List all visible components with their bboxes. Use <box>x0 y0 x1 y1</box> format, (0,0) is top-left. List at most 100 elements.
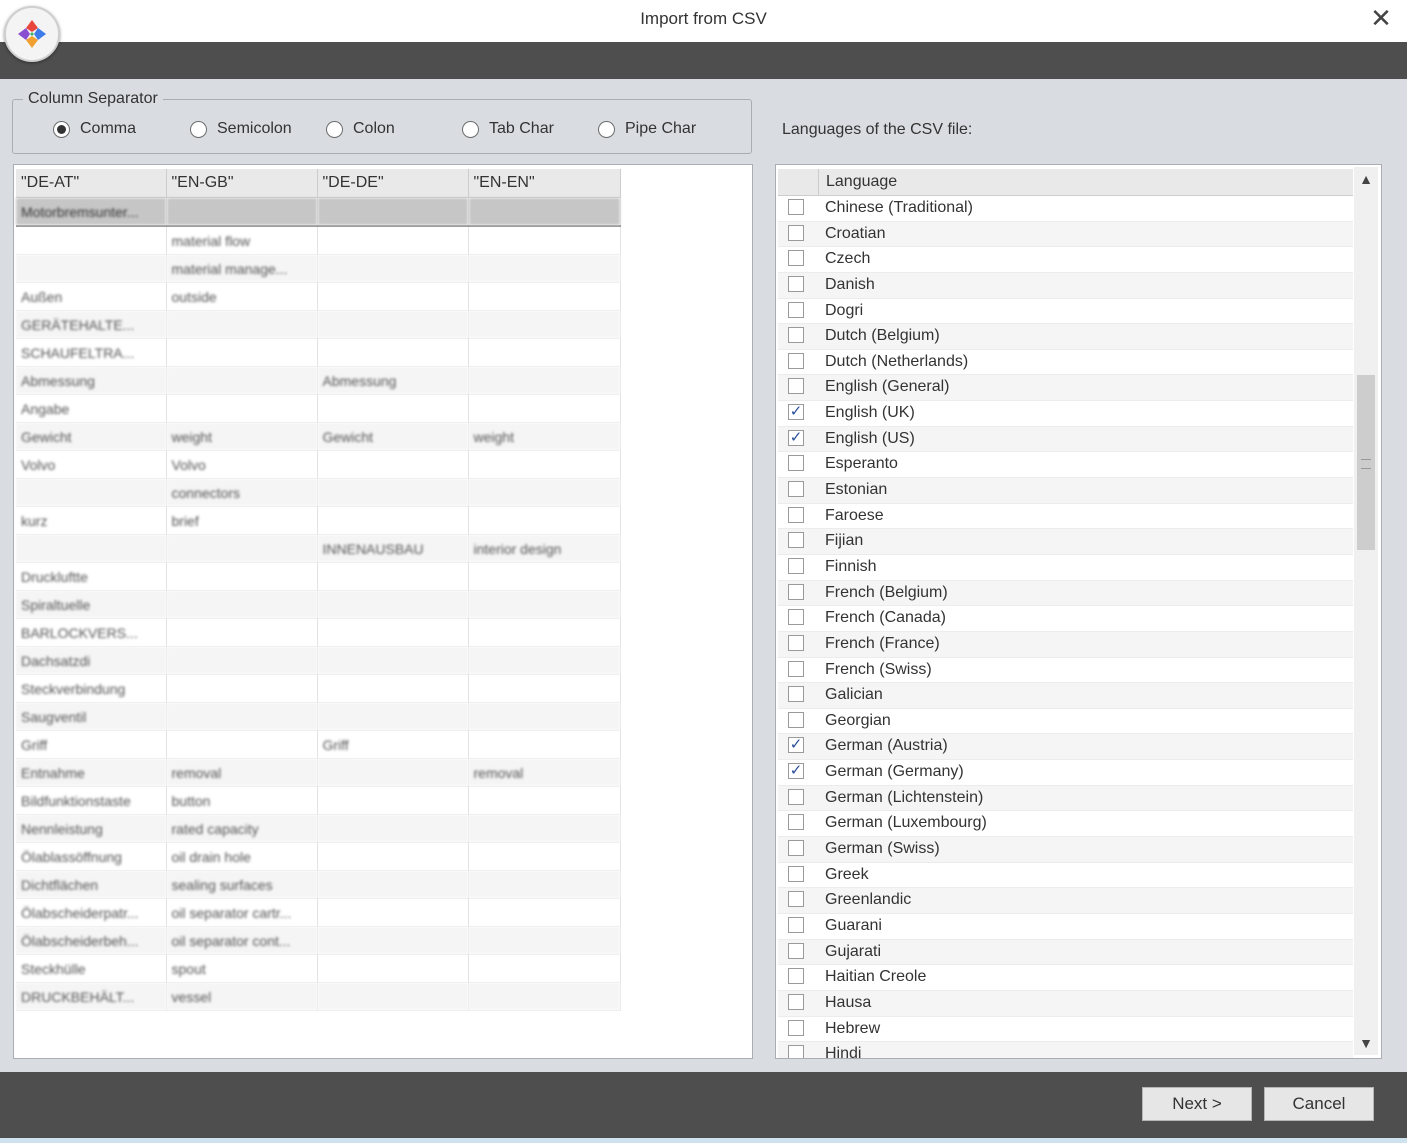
radio-semicolon[interactable]: Semicolon <box>190 120 292 138</box>
language-checkbox[interactable] <box>788 1045 804 1058</box>
csv-cell[interactable] <box>468 562 621 591</box>
csv-cell[interactable] <box>317 478 469 507</box>
csv-row[interactable]: Nennleistung rated capacity <box>16 814 621 843</box>
csv-cell[interactable] <box>166 562 318 591</box>
csv-cell[interactable] <box>468 786 621 815</box>
language-row[interactable]: Danish <box>778 272 1353 299</box>
csv-cell[interactable]: Entnahme <box>16 758 167 787</box>
csv-cell[interactable]: DRUCKBEHÄLT... <box>16 982 167 1011</box>
csv-cell[interactable] <box>166 590 318 619</box>
csv-cell[interactable] <box>317 450 469 479</box>
csv-cell[interactable]: Gewicht <box>317 422 469 451</box>
csv-column-header[interactable]: "DE-AT" <box>16 169 167 198</box>
language-row[interactable]: ✓ German (Germany) <box>778 760 1353 786</box>
csv-cell[interactable] <box>16 226 167 255</box>
language-row[interactable]: Gujarati <box>778 939 1353 966</box>
csv-cell[interactable]: kurz <box>16 506 167 535</box>
csv-column-header[interactable]: "EN-EN" <box>468 169 621 198</box>
csv-cell[interactable] <box>16 534 167 563</box>
csv-row[interactable]: Spiraltuelle <box>16 590 621 619</box>
csv-cell[interactable] <box>317 926 469 955</box>
csv-cell[interactable]: INNENAUSBAU <box>317 534 469 563</box>
csv-cell[interactable]: Griff <box>16 730 167 759</box>
csv-cell[interactable] <box>468 702 621 731</box>
csv-cell[interactable]: Druckluftte <box>16 562 167 591</box>
csv-cell[interactable] <box>317 590 469 619</box>
csv-cell[interactable] <box>317 870 469 899</box>
language-row[interactable]: French (Swiss) <box>778 658 1353 684</box>
language-checkbox[interactable] <box>788 481 804 498</box>
csv-cell[interactable] <box>468 310 621 339</box>
csv-cell[interactable] <box>468 954 621 983</box>
csv-cell[interactable]: Außen <box>16 282 167 311</box>
csv-row[interactable]: material flow <box>16 226 621 255</box>
radio-tab-char[interactable]: Tab Char <box>462 120 554 138</box>
csv-cell[interactable]: removal <box>468 758 621 787</box>
csv-cell[interactable]: vessel <box>166 982 318 1011</box>
language-checkbox[interactable] <box>788 1019 804 1036</box>
language-row[interactable]: German (Swiss) <box>778 837 1353 863</box>
language-row[interactable]: Dogri <box>778 299 1353 325</box>
csv-cell[interactable] <box>317 842 469 871</box>
csv-cell[interactable] <box>317 954 469 983</box>
close-button[interactable]: ✕ <box>1367 4 1395 32</box>
csv-cell[interactable] <box>317 646 469 675</box>
csv-cell[interactable] <box>468 394 621 423</box>
language-checkbox[interactable] <box>788 993 804 1010</box>
language-row[interactable]: Dutch (Belgium) <box>778 324 1353 350</box>
language-checkbox[interactable] <box>788 788 804 805</box>
csv-row[interactable]: BARLOCKVERS... <box>16 618 621 647</box>
language-row[interactable]: Greek <box>778 863 1353 889</box>
csv-cell[interactable]: Angabe <box>16 394 167 423</box>
csv-cell[interactable]: Motorbremsunter... <box>16 197 167 227</box>
csv-cell[interactable] <box>166 338 318 367</box>
language-row[interactable]: Chinese (Traditional) <box>778 196 1353 222</box>
language-row[interactable]: ✓ English (UK) <box>778 401 1353 427</box>
csv-cell[interactable] <box>166 702 318 731</box>
csv-row[interactable]: Steckverbindung <box>16 674 621 703</box>
csv-cell[interactable] <box>166 310 318 339</box>
language-checkbox[interactable] <box>788 557 804 574</box>
csv-cell[interactable]: outside <box>166 282 318 311</box>
csv-cell[interactable] <box>166 366 318 395</box>
language-row[interactable]: Fijian <box>778 529 1353 555</box>
csv-cell[interactable]: oil separator cartr... <box>166 898 318 927</box>
radio-colon[interactable]: Colon <box>326 120 395 138</box>
language-column-header[interactable]: Language <box>826 173 897 191</box>
csv-cell[interactable]: Bildfunktionstaste <box>16 786 167 815</box>
csv-cell[interactable] <box>317 282 469 311</box>
csv-row[interactable]: material manage... <box>16 254 621 283</box>
csv-cell[interactable]: spout <box>166 954 318 983</box>
csv-cell[interactable] <box>166 394 318 423</box>
language-checkbox[interactable] <box>788 686 804 703</box>
csv-cell[interactable]: Dachsatzdi <box>16 646 167 675</box>
csv-row[interactable]: Volvo Volvo <box>16 450 621 479</box>
scroll-down-arrow-icon[interactable]: ▼ <box>1354 1031 1378 1055</box>
language-row[interactable]: Haitian Creole <box>778 965 1353 991</box>
csv-cell[interactable]: material flow <box>166 226 318 255</box>
csv-cell[interactable] <box>468 478 621 507</box>
language-checkbox-checked[interactable]: ✓ <box>788 763 804 780</box>
csv-cell[interactable] <box>468 982 621 1011</box>
csv-cell[interactable] <box>317 338 469 367</box>
csv-cell[interactable]: rated capacity <box>166 814 318 843</box>
csv-cell[interactable]: button <box>166 786 318 815</box>
csv-cell[interactable] <box>468 282 621 311</box>
language-checkbox-checked[interactable]: ✓ <box>788 737 804 754</box>
cancel-button[interactable]: Cancel <box>1264 1087 1374 1121</box>
language-row[interactable]: Greenlandic <box>778 888 1353 914</box>
csv-cell[interactable] <box>317 506 469 535</box>
language-checkbox[interactable] <box>788 224 804 241</box>
language-row[interactable]: ✓ German (Austria) <box>778 734 1353 761</box>
language-row[interactable]: French (Canada) <box>778 606 1353 632</box>
csv-row[interactable]: Ölabscheiderpatr... oil separator cartr..… <box>16 898 621 927</box>
csv-cell[interactable] <box>317 702 469 731</box>
csv-cell[interactable]: Ölablassöffnung <box>16 842 167 871</box>
csv-row[interactable]: Druckluftte <box>16 562 621 591</box>
csv-row[interactable]: Entnahme removal removal <box>16 758 621 787</box>
language-checkbox[interactable] <box>788 660 804 677</box>
csv-cell[interactable] <box>16 478 167 507</box>
csv-cell[interactable] <box>16 254 167 283</box>
language-row[interactable]: Galician <box>778 683 1353 709</box>
scrollbar-thumb[interactable] <box>1357 375 1375 550</box>
